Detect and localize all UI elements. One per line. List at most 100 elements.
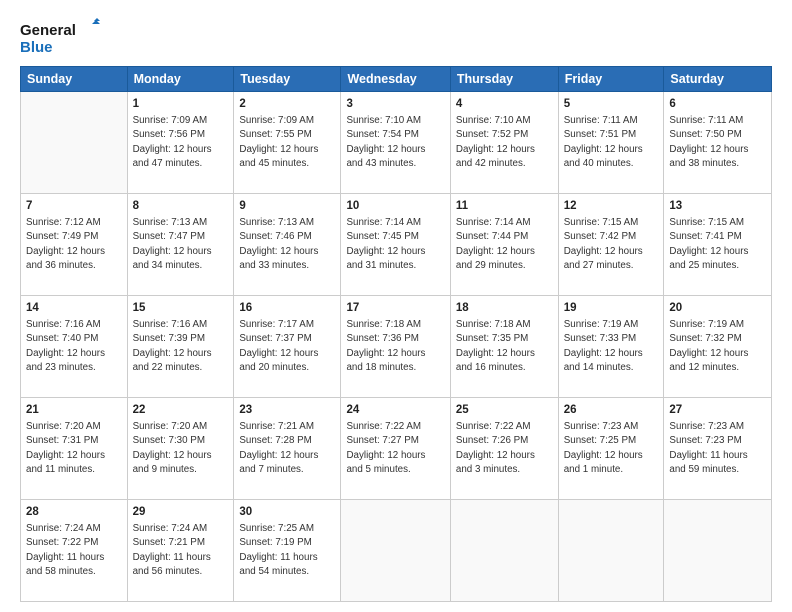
calendar-cell: 20 Sunrise: 7:19 AM Sunset: 7:32 PM Dayli… — [664, 296, 772, 398]
calendar-cell: 30 Sunrise: 7:25 AM Sunset: 7:19 PM Dayli… — [234, 500, 341, 602]
page: General Blue SundayMondayTuesdayWednesda… — [0, 0, 792, 612]
day-number: 29 — [133, 504, 229, 520]
day-number: 17 — [346, 300, 444, 316]
day-info: Sunrise: 7:22 AM Sunset: 7:27 PM Dayligh… — [346, 420, 444, 477]
calendar-cell — [664, 500, 772, 602]
day-number: 10 — [346, 198, 444, 214]
week-row-4: 21 Sunrise: 7:20 AM Sunset: 7:31 PM Dayli… — [21, 398, 772, 500]
calendar-cell: 13Sunrise: 7:15 AM Sunset: 7:41 PM Dayli… — [664, 194, 772, 296]
week-row-3: 14Sunrise: 7:16 AM Sunset: 7:40 PM Dayli… — [21, 296, 772, 398]
day-number: 13 — [669, 198, 766, 214]
day-number: 26 — [564, 402, 659, 418]
calendar-cell — [450, 500, 558, 602]
day-number: 21 — [26, 402, 122, 418]
day-number: 27 — [669, 402, 766, 418]
calendar-cell: 29 Sunrise: 7:24 AM Sunset: 7:21 PM Dayli… — [127, 500, 234, 602]
calendar-cell: 10Sunrise: 7:14 AM Sunset: 7:45 PM Dayli… — [341, 194, 450, 296]
calendar-cell: 11Sunrise: 7:14 AM Sunset: 7:44 PM Dayli… — [450, 194, 558, 296]
day-info: Sunrise: 7:23 AM Sunset: 7:25 PM Dayligh… — [564, 420, 659, 477]
calendar-cell: 1 Sunrise: 7:09 AM Sunset: 7:56 PM Daylig… — [127, 92, 234, 194]
day-info: Sunrise: 7:25 AM Sunset: 7:19 PM Dayligh… — [239, 522, 335, 579]
day-number: 4 — [456, 96, 553, 112]
day-info: Sunrise: 7:17 AM Sunset: 7:37 PM Dayligh… — [239, 318, 335, 375]
calendar-table: SundayMondayTuesdayWednesdayThursdayFrid… — [20, 66, 772, 602]
day-number: 16 — [239, 300, 335, 316]
col-header-saturday: Saturday — [664, 67, 772, 92]
day-number: 2 — [239, 96, 335, 112]
col-header-monday: Monday — [127, 67, 234, 92]
day-info: Sunrise: 7:11 AM Sunset: 7:50 PM Dayligh… — [669, 114, 766, 171]
day-info: Sunrise: 7:11 AM Sunset: 7:51 PM Dayligh… — [564, 114, 659, 171]
calendar-cell: 3 Sunrise: 7:10 AM Sunset: 7:54 PM Daylig… — [341, 92, 450, 194]
day-info: Sunrise: 7:18 AM Sunset: 7:36 PM Dayligh… — [346, 318, 444, 375]
day-number: 3 — [346, 96, 444, 112]
calendar-cell: 17 Sunrise: 7:18 AM Sunset: 7:36 PM Dayli… — [341, 296, 450, 398]
day-number: 14 — [26, 300, 122, 316]
day-number: 12 — [564, 198, 659, 214]
calendar-cell: 24 Sunrise: 7:22 AM Sunset: 7:27 PM Dayli… — [341, 398, 450, 500]
day-info: Sunrise: 7:16 AM Sunset: 7:39 PM Dayligh… — [133, 318, 229, 375]
day-number: 23 — [239, 402, 335, 418]
day-number: 30 — [239, 504, 335, 520]
col-header-wednesday: Wednesday — [341, 67, 450, 92]
calendar-cell: 14Sunrise: 7:16 AM Sunset: 7:40 PM Dayli… — [21, 296, 128, 398]
calendar-cell — [341, 500, 450, 602]
day-number: 8 — [133, 198, 229, 214]
header: General Blue — [20, 18, 772, 58]
day-info: Sunrise: 7:24 AM Sunset: 7:21 PM Dayligh… — [133, 522, 229, 579]
day-info: Sunrise: 7:13 AM Sunset: 7:46 PM Dayligh… — [239, 216, 335, 273]
calendar-cell: 7Sunrise: 7:12 AM Sunset: 7:49 PM Daylig… — [21, 194, 128, 296]
calendar-cell: 19Sunrise: 7:19 AM Sunset: 7:33 PM Dayli… — [558, 296, 664, 398]
week-row-2: 7Sunrise: 7:12 AM Sunset: 7:49 PM Daylig… — [21, 194, 772, 296]
calendar-cell: 23 Sunrise: 7:21 AM Sunset: 7:28 PM Dayli… — [234, 398, 341, 500]
day-info: Sunrise: 7:21 AM Sunset: 7:28 PM Dayligh… — [239, 420, 335, 477]
calendar-cell: 12Sunrise: 7:15 AM Sunset: 7:42 PM Dayli… — [558, 194, 664, 296]
col-header-tuesday: Tuesday — [234, 67, 341, 92]
day-info: Sunrise: 7:24 AM Sunset: 7:22 PM Dayligh… — [26, 522, 122, 579]
day-number: 25 — [456, 402, 553, 418]
calendar-cell: 16 Sunrise: 7:17 AM Sunset: 7:37 PM Dayli… — [234, 296, 341, 398]
calendar-cell: 27 Sunrise: 7:23 AM Sunset: 7:23 PM Dayli… — [664, 398, 772, 500]
week-row-1: 1 Sunrise: 7:09 AM Sunset: 7:56 PM Daylig… — [21, 92, 772, 194]
day-number: 9 — [239, 198, 335, 214]
calendar-cell: 8Sunrise: 7:13 AM Sunset: 7:47 PM Daylig… — [127, 194, 234, 296]
day-info: Sunrise: 7:19 AM Sunset: 7:32 PM Dayligh… — [669, 318, 766, 375]
calendar-cell: 2 Sunrise: 7:09 AM Sunset: 7:55 PM Daylig… — [234, 92, 341, 194]
day-info: Sunrise: 7:23 AM Sunset: 7:23 PM Dayligh… — [669, 420, 766, 477]
col-header-thursday: Thursday — [450, 67, 558, 92]
calendar-cell: 21 Sunrise: 7:20 AM Sunset: 7:31 PM Dayli… — [21, 398, 128, 500]
calendar-cell: 6Sunrise: 7:11 AM Sunset: 7:50 PM Daylig… — [664, 92, 772, 194]
calendar-cell: 25 Sunrise: 7:22 AM Sunset: 7:26 PM Dayli… — [450, 398, 558, 500]
calendar-cell: 5Sunrise: 7:11 AM Sunset: 7:51 PM Daylig… — [558, 92, 664, 194]
day-info: Sunrise: 7:09 AM Sunset: 7:55 PM Dayligh… — [239, 114, 335, 171]
col-header-friday: Friday — [558, 67, 664, 92]
day-info: Sunrise: 7:20 AM Sunset: 7:31 PM Dayligh… — [26, 420, 122, 477]
day-info: Sunrise: 7:10 AM Sunset: 7:52 PM Dayligh… — [456, 114, 553, 171]
calendar-cell — [21, 92, 128, 194]
day-number: 20 — [669, 300, 766, 316]
calendar-cell: 22 Sunrise: 7:20 AM Sunset: 7:30 PM Dayli… — [127, 398, 234, 500]
calendar-cell: 28 Sunrise: 7:24 AM Sunset: 7:22 PM Dayli… — [21, 500, 128, 602]
day-number: 15 — [133, 300, 229, 316]
day-info: Sunrise: 7:09 AM Sunset: 7:56 PM Dayligh… — [133, 114, 229, 171]
svg-text:Blue: Blue — [20, 39, 53, 56]
day-number: 22 — [133, 402, 229, 418]
header-row: SundayMondayTuesdayWednesdayThursdayFrid… — [21, 67, 772, 92]
day-number: 19 — [564, 300, 659, 316]
calendar-cell: 9 Sunrise: 7:13 AM Sunset: 7:46 PM Daylig… — [234, 194, 341, 296]
calendar-cell: 18Sunrise: 7:18 AM Sunset: 7:35 PM Dayli… — [450, 296, 558, 398]
logo: General Blue — [20, 18, 100, 58]
logo-svg: General Blue — [20, 18, 100, 58]
day-number: 28 — [26, 504, 122, 520]
day-number: 24 — [346, 402, 444, 418]
day-number: 1 — [133, 96, 229, 112]
week-row-5: 28 Sunrise: 7:24 AM Sunset: 7:22 PM Dayli… — [21, 500, 772, 602]
day-info: Sunrise: 7:10 AM Sunset: 7:54 PM Dayligh… — [346, 114, 444, 171]
calendar-cell: 26 Sunrise: 7:23 AM Sunset: 7:25 PM Dayli… — [558, 398, 664, 500]
day-info: Sunrise: 7:12 AM Sunset: 7:49 PM Dayligh… — [26, 216, 122, 273]
day-info: Sunrise: 7:18 AM Sunset: 7:35 PM Dayligh… — [456, 318, 553, 375]
day-info: Sunrise: 7:20 AM Sunset: 7:30 PM Dayligh… — [133, 420, 229, 477]
col-header-sunday: Sunday — [21, 67, 128, 92]
svg-text:General: General — [20, 22, 76, 39]
day-info: Sunrise: 7:22 AM Sunset: 7:26 PM Dayligh… — [456, 420, 553, 477]
